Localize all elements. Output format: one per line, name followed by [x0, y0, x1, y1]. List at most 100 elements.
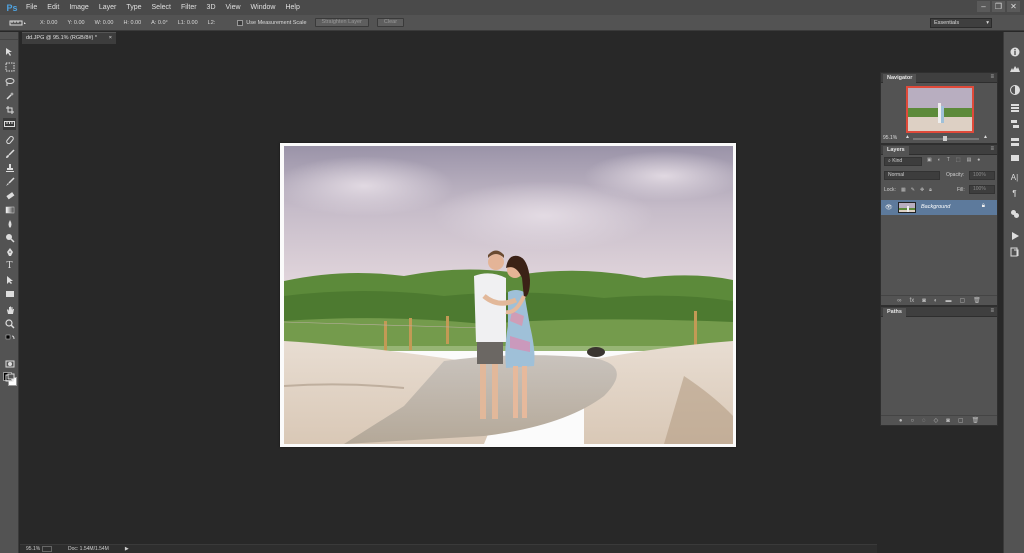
layers-tab[interactable]: Layers — [883, 146, 909, 155]
load-selection-icon[interactable]: ◌ — [922, 418, 926, 424]
fill-field[interactable]: 100% — [969, 185, 995, 194]
trash-icon[interactable]: 🗑︎ — [973, 297, 981, 304]
minimize-button[interactable]: – — [977, 1, 990, 12]
properties-icon[interactable] — [1009, 102, 1020, 113]
new-layer-icon[interactable]: ▢ — [959, 297, 965, 304]
workspace-select[interactable]: Essentials ▾ — [930, 18, 992, 28]
opacity-field[interactable]: 100% — [969, 171, 995, 180]
history-brush-tool-icon[interactable] — [3, 176, 16, 188]
zoom-box[interactable] — [42, 546, 52, 552]
brush-presets-icon[interactable] — [1009, 136, 1020, 147]
menu-help[interactable]: Help — [280, 0, 304, 15]
styles-icon[interactable] — [1009, 208, 1020, 219]
gradient-tool-icon[interactable] — [3, 204, 16, 216]
blend-mode-select[interactable]: Normal — [884, 171, 940, 180]
link-layers-icon[interactable]: ∞ — [897, 298, 901, 304]
screen-mode-icon[interactable] — [3, 372, 16, 384]
marquee-tool-icon[interactable] — [3, 61, 16, 73]
panel-menu-icon[interactable]: ≡ — [990, 74, 994, 80]
smart-filter-icon[interactable]: ▤ — [967, 157, 972, 167]
type-tool-icon[interactable]: T — [3, 260, 16, 272]
document-tab[interactable]: dd.JPG @ 95.1% (RGB/8#) * × — [22, 32, 116, 44]
navigator-zoom[interactable]: 95.1% — [883, 135, 897, 141]
clone-stamp-tool-icon[interactable] — [3, 162, 16, 174]
restore-button[interactable]: ❐ — [992, 1, 1005, 12]
layer-row[interactable]: 👁︎ Background 🔒︎ — [881, 200, 997, 215]
blur-tool-icon[interactable] — [3, 218, 16, 230]
zoom-tool-icon[interactable] — [3, 318, 16, 330]
lock-all-icon[interactable]: 🔒︎ — [929, 187, 932, 197]
eraser-tool-icon[interactable] — [3, 190, 16, 202]
menu-3d[interactable]: 3D — [202, 0, 221, 15]
navigator-tab[interactable]: Navigator — [883, 74, 917, 83]
zoom-level[interactable]: 95.1% — [20, 546, 42, 552]
paths-tab[interactable]: Paths — [883, 308, 906, 317]
eye-icon[interactable]: 👁︎ — [885, 204, 893, 211]
zoom-out-icon[interactable]: ▲ — [905, 134, 910, 140]
new-group-icon[interactable]: ▬ — [945, 298, 951, 304]
layer-comps-icon[interactable] — [1009, 118, 1020, 129]
close-tab-icon[interactable]: × — [109, 33, 112, 44]
clear-button[interactable]: Clear — [376, 18, 405, 27]
brush-tool-icon[interactable] — [3, 148, 16, 160]
straighten-layer-button[interactable]: Straighten Layer — [314, 18, 369, 27]
layer-kind-filter[interactable]: ⌕ Kind — [884, 157, 922, 166]
trash-icon[interactable]: 🗑︎ — [972, 417, 980, 424]
close-button[interactable]: ✕ — [1007, 1, 1020, 12]
panel-menu-icon[interactable]: ≡ — [990, 146, 994, 152]
menu-select[interactable]: Select — [147, 0, 176, 15]
adjustment-filter-icon[interactable]: ◐ — [938, 157, 941, 167]
ruler-tool-icon[interactable] — [3, 118, 16, 130]
add-mask-icon[interactable]: ◙ — [922, 298, 926, 304]
menu-type[interactable]: Type — [121, 0, 146, 15]
history-icon[interactable] — [1009, 246, 1020, 257]
adjustments-icon[interactable] — [1009, 84, 1020, 95]
hand-tool-icon[interactable] — [3, 304, 16, 316]
canvas-area[interactable] — [20, 44, 877, 544]
quick-selection-tool-icon[interactable] — [3, 90, 16, 102]
menu-image[interactable]: Image — [64, 0, 93, 15]
lock-image-icon[interactable]: ✎ — [911, 187, 915, 197]
add-mask-icon[interactable]: ◙ — [946, 418, 950, 424]
menu-layer[interactable]: Layer — [94, 0, 122, 15]
ruler-tool-preset-icon[interactable] — [6, 17, 30, 29]
spot-healing-tool-icon[interactable] — [3, 134, 16, 146]
dodge-tool-icon[interactable] — [3, 232, 16, 244]
path-selection-tool-icon[interactable] — [3, 274, 16, 286]
filter-toggle-icon[interactable]: ● — [977, 157, 980, 167]
measurement-scale-checkbox[interactable] — [237, 19, 244, 26]
panel-menu-icon[interactable]: ≡ — [990, 308, 994, 314]
shape-filter-icon[interactable]: ⬚ — [956, 157, 961, 167]
document-canvas[interactable] — [280, 143, 736, 447]
layer-style-icon[interactable]: fx — [910, 298, 915, 304]
adjustment-layer-icon[interactable]: ◐ — [934, 298, 938, 304]
status-menu-arrow-icon[interactable]: ▶ — [125, 546, 129, 552]
type-filter-icon[interactable]: T — [947, 157, 950, 167]
rectangle-tool-icon[interactable] — [3, 288, 16, 300]
crop-tool-icon[interactable] — [3, 104, 16, 116]
menu-view[interactable]: View — [221, 0, 246, 15]
actions-play-icon[interactable] — [1009, 230, 1020, 241]
lock-position-icon[interactable]: ✥ — [920, 187, 924, 197]
make-path-icon[interactable]: ◇ — [934, 417, 939, 424]
swap-colors-icon[interactable] — [3, 332, 16, 344]
menu-filter[interactable]: Filter — [176, 0, 202, 15]
panel-grip[interactable] — [0, 32, 18, 40]
quick-mask-icon[interactable] — [3, 358, 16, 370]
character-icon[interactable]: A| — [1009, 172, 1020, 183]
move-tool-icon[interactable] — [3, 46, 16, 58]
navigator-slider-knob[interactable] — [943, 136, 947, 141]
clone-source-icon[interactable] — [1009, 152, 1020, 163]
info-icon[interactable] — [1009, 46, 1020, 57]
zoom-in-icon[interactable]: ▲ — [983, 134, 988, 140]
lock-transparent-icon[interactable]: ▦ — [901, 187, 906, 197]
new-path-icon[interactable]: ▢ — [958, 417, 964, 424]
fill-path-icon[interactable]: ● — [899, 418, 903, 424]
lasso-tool-icon[interactable] — [3, 76, 16, 88]
navigator-thumbnail[interactable] — [906, 86, 974, 133]
pen-tool-icon[interactable] — [3, 246, 16, 258]
menu-file[interactable]: File — [21, 0, 42, 15]
menu-edit[interactable]: Edit — [42, 0, 64, 15]
pixel-filter-icon[interactable]: ▣ — [927, 157, 932, 167]
histogram-icon[interactable] — [1009, 62, 1020, 73]
